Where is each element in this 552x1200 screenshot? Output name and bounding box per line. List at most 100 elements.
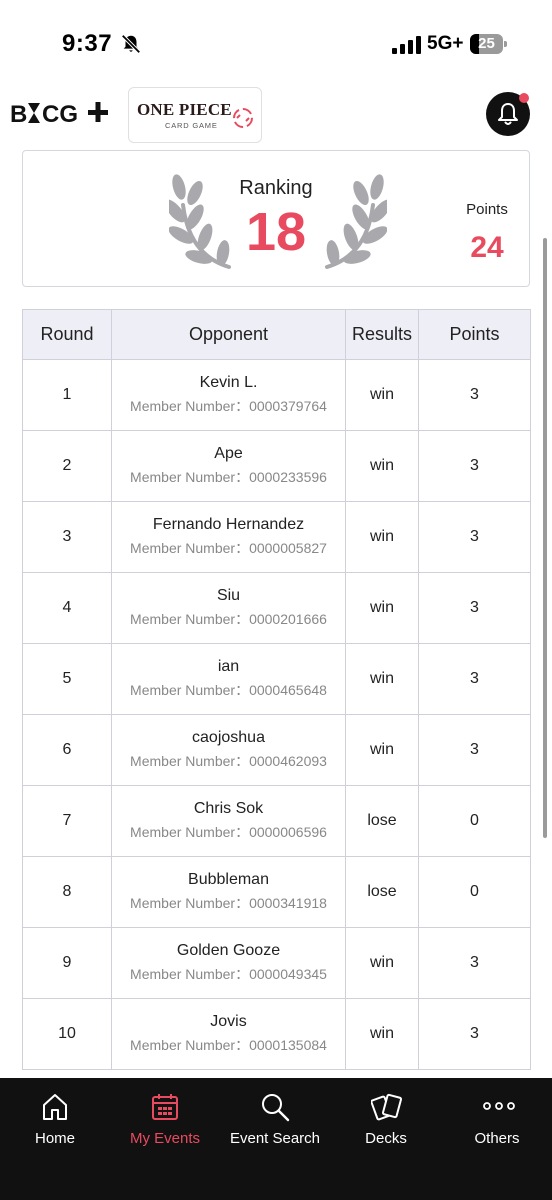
nav-item-decks[interactable]: Decks — [331, 1078, 441, 1158]
opponent-cell: Chris Sok Member Number：0000006596 — [111, 785, 346, 857]
opponent-name: Kevin L. — [199, 374, 258, 391]
nav-label-others: Others — [474, 1130, 520, 1147]
svg-text:CG: CG — [42, 101, 78, 128]
network-type: 5G+ — [427, 33, 464, 54]
notifications-button[interactable] — [486, 92, 530, 136]
result-cell: lose — [345, 856, 419, 928]
table-row: 2 Ape Member Number：0000233596 win 3 — [22, 430, 531, 502]
scrollbar[interactable] — [543, 238, 547, 838]
round-cell: 5 — [22, 643, 112, 715]
table-row: 4 Siu Member Number：0000201666 win 3 — [22, 572, 531, 644]
cards-icon — [371, 1093, 403, 1121]
round-cell: 2 — [22, 430, 112, 502]
table-row: 6 caojoshua Member Number：0000462093 win … — [22, 714, 531, 786]
home-icon — [43, 1094, 67, 1120]
battery-level: 25 — [478, 35, 495, 52]
member-number: Member Number：0000005827 — [130, 540, 327, 556]
nav-label-home: Home — [34, 1130, 75, 1147]
member-number: Member Number：0000135084 — [130, 1037, 327, 1053]
points-cell: 0 — [418, 785, 531, 857]
cellular-signal-icon — [392, 36, 421, 54]
status-bar: 9:37 5G+ 25 — [0, 0, 552, 80]
battery-icon: 25 — [470, 34, 508, 54]
nav-label-event-search: Event Search — [229, 1130, 321, 1147]
opponent-cell: Fernando Hernandez Member Number：00000058… — [111, 501, 346, 573]
points-cell: 3 — [418, 927, 531, 999]
svg-text:B: B — [10, 101, 27, 128]
opponent-cell: caojoshua Member Number：0000462093 — [111, 714, 346, 786]
opponent-cell: Kevin L. Member Number：0000379764 — [111, 359, 346, 431]
member-number: Member Number：0000379764 — [130, 398, 327, 414]
table-row: 3 Fernando Hernandez Member Number：000000… — [22, 501, 531, 573]
total-points-label: Points — [466, 201, 508, 218]
round-results-table: Round Opponent Results Points 1 Kevin L.… — [22, 309, 531, 1070]
opponent-cell: Jovis Member Number：0000135084 — [111, 998, 346, 1070]
bcg-plus-logo[interactable]: B CG — [10, 98, 110, 128]
nav-item-home[interactable]: Home — [0, 1078, 110, 1158]
app-header: B CG ONE PIECE CARD GAME — [0, 82, 552, 148]
opponent-name: Fernando Hernandez — [152, 516, 305, 533]
ranking-summary-card: Ranking 18 Points 24 — [22, 150, 530, 287]
header-opponent: Opponent — [111, 309, 346, 360]
member-number: Member Number：0000049345 — [130, 966, 327, 982]
opponent-cell: ian Member Number：0000465648 — [111, 643, 346, 715]
member-number: Member Number：0000341918 — [130, 895, 327, 911]
table-header-row: Round Opponent Results Points — [22, 309, 531, 360]
points-cell: 3 — [418, 430, 531, 502]
opponent-cell: Golden Gooze Member Number：0000049345 — [111, 927, 346, 999]
points-cell: 3 — [418, 998, 531, 1070]
round-cell: 10 — [22, 998, 112, 1070]
points-cell: 0 — [418, 856, 531, 928]
table-row: 1 Kevin L. Member Number：0000379764 win 3 — [22, 359, 531, 431]
table-row: 7 Chris Sok Member Number：0000006596 lose… — [22, 785, 531, 857]
round-cell: 4 — [22, 572, 112, 644]
result-cell: win — [345, 714, 419, 786]
table-row: 10 Jovis Member Number：0000135084 win 3 — [22, 998, 531, 1070]
calendar-icon — [152, 1094, 178, 1120]
table-row: 8 Bubbleman Member Number：0000341918 lose… — [22, 856, 531, 928]
points-cell: 3 — [418, 714, 531, 786]
notification-badge — [519, 93, 529, 103]
member-number: Member Number：0000462093 — [130, 753, 327, 769]
header-points: Points — [418, 309, 531, 360]
round-cell: 1 — [22, 359, 112, 431]
game-logo-subtitle: CARD GAME — [165, 121, 218, 130]
opponent-cell: Ape Member Number：0000233596 — [111, 430, 346, 502]
table-row: 5 ian Member Number：0000465648 win 3 — [22, 643, 531, 715]
more-icon — [483, 1102, 515, 1110]
opponent-name: caojoshua — [192, 729, 265, 746]
result-cell: win — [345, 359, 419, 431]
result-cell: win — [345, 643, 419, 715]
nav-item-event-search[interactable]: Event Search — [220, 1078, 330, 1158]
search-icon — [262, 1094, 290, 1122]
round-cell: 3 — [22, 501, 112, 573]
opponent-name: Bubbleman — [188, 871, 269, 888]
swirl-emblem-icon — [233, 108, 253, 128]
result-cell: win — [345, 572, 419, 644]
nav-item-my-events[interactable]: My Events — [110, 1078, 220, 1158]
round-cell: 9 — [22, 927, 112, 999]
points-cell: 3 — [418, 572, 531, 644]
opponent-name: Golden Gooze — [176, 942, 281, 959]
member-number: Member Number：0000233596 — [130, 469, 327, 485]
header-round: Round — [22, 309, 112, 360]
result-cell: win — [345, 998, 419, 1070]
total-points-value: 24 — [470, 231, 504, 264]
result-cell: lose — [345, 785, 419, 857]
opponent-name: Siu — [216, 587, 241, 604]
opponent-name: Ape — [214, 445, 243, 462]
one-piece-card-game-logo[interactable]: ONE PIECE CARD GAME — [128, 87, 262, 143]
bell-muted-icon — [121, 34, 141, 54]
nav-item-others[interactable]: Others — [442, 1078, 552, 1158]
ranking-label: Ranking — [239, 177, 313, 199]
table-row: 9 Golden Gooze Member Number：0000049345 w… — [22, 927, 531, 999]
member-number: Member Number：0000006596 — [130, 824, 327, 840]
points-cell: 3 — [418, 643, 531, 715]
round-cell: 8 — [22, 856, 112, 928]
nav-label-my-events: My Events — [129, 1130, 201, 1147]
status-time: 9:37 — [62, 30, 113, 57]
bell-icon — [498, 103, 518, 125]
game-logo-title: ONE PIECE — [137, 100, 232, 119]
ranking-value: 18 — [245, 202, 307, 262]
round-cell: 6 — [22, 714, 112, 786]
